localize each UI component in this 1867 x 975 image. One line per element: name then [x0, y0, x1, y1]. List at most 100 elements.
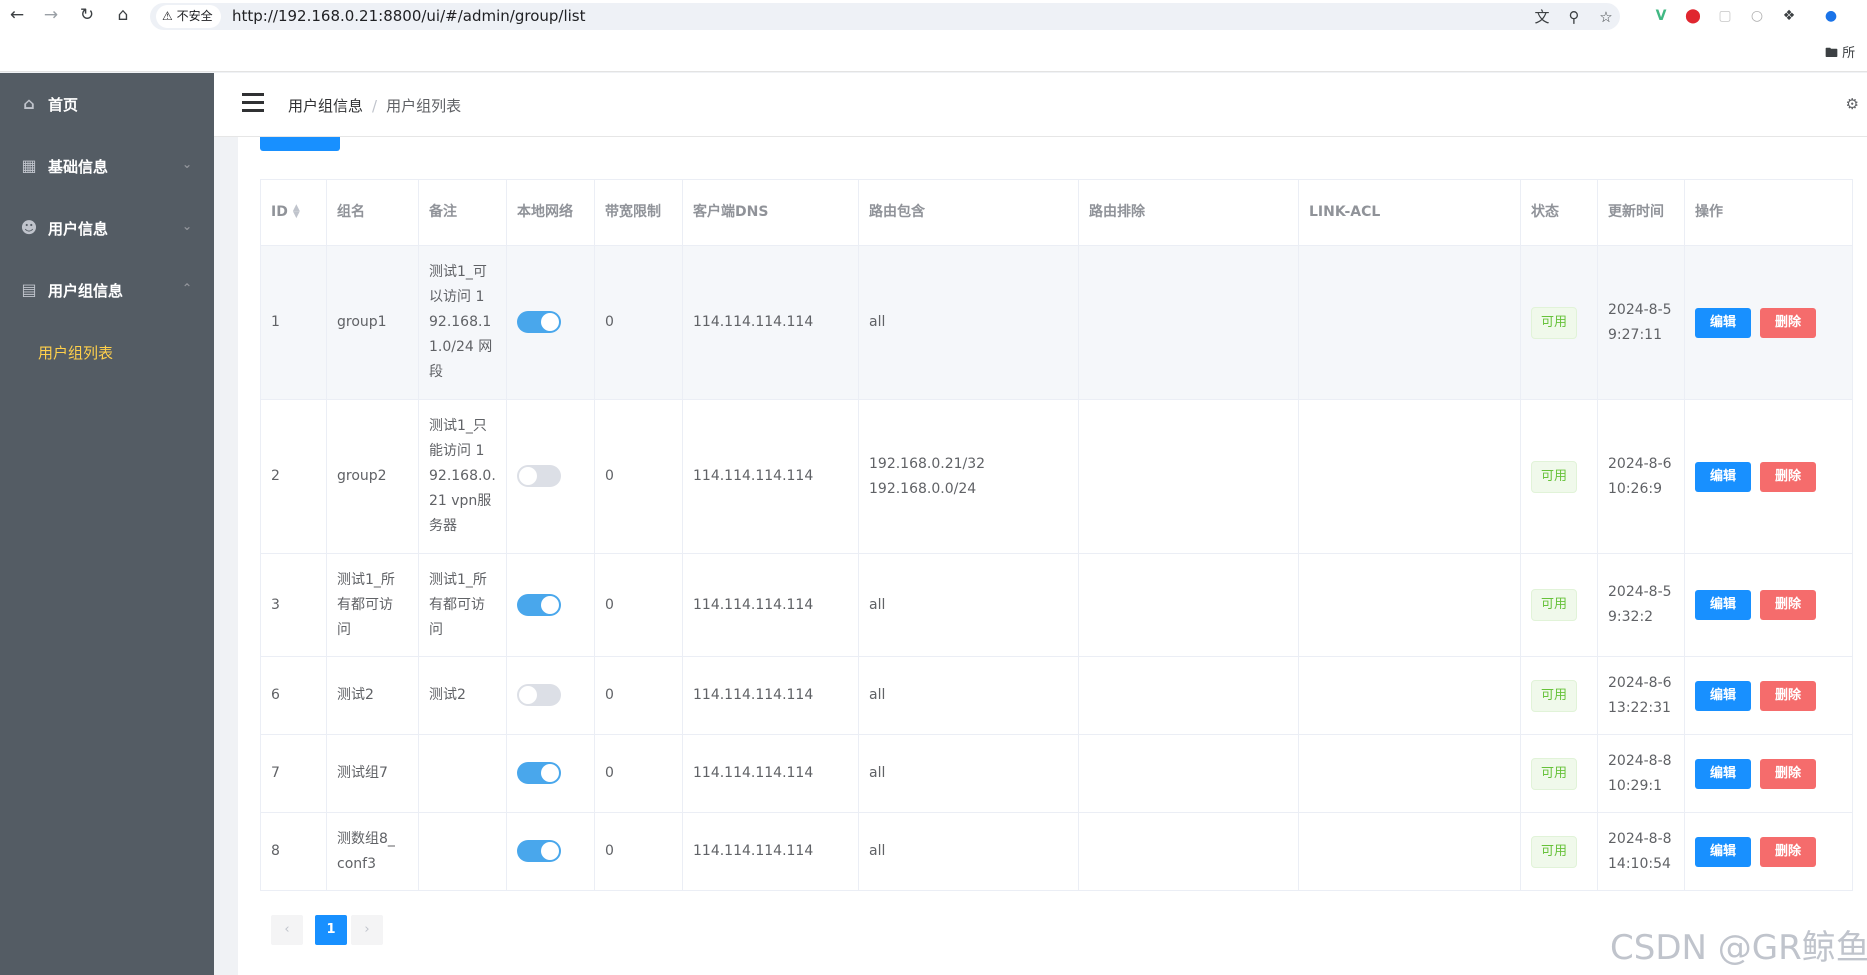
next-page-button[interactable]: ›	[351, 915, 383, 945]
cell-line: 2024-8-6	[1608, 674, 1672, 691]
column-header: 状态	[1520, 179, 1598, 246]
cell-route-exclude	[1078, 812, 1299, 891]
cell-line: all	[869, 596, 886, 613]
bookmark-star-icon[interactable]: ☆	[1594, 5, 1618, 29]
chevron-down-icon: ⌄	[181, 157, 192, 171]
cell-route-include: all	[858, 553, 1079, 657]
edit-button[interactable]: 编辑	[1695, 461, 1752, 492]
column-header-id[interactable]: ID ▲ ▼	[260, 179, 327, 246]
cell-link-acl	[1298, 245, 1521, 400]
breadcrumb-separator: /	[372, 97, 378, 115]
profile-icon[interactable]: ●	[1820, 5, 1842, 27]
cell-route-include: all	[858, 656, 1079, 735]
breadcrumb-item[interactable]: 用户组信息	[288, 97, 363, 115]
cell-line: 9:27:11	[1608, 326, 1662, 343]
sidebar-item-group-info[interactable]: ▤ 用户组信息 ⌃	[0, 259, 214, 321]
settings-gear-icon[interactable]: ⚙	[1846, 95, 1859, 113]
local-network-toggle[interactable]	[517, 465, 561, 487]
zoom-icon[interactable]: ⚲	[1562, 5, 1586, 29]
edit-button[interactable]: 编辑	[1695, 590, 1752, 620]
back-icon[interactable]: ←	[6, 4, 28, 26]
local-network-toggle[interactable]	[517, 762, 561, 784]
bookmarks-folder[interactable]: 🖿 所	[1825, 42, 1855, 66]
edit-button[interactable]: 编辑	[1695, 307, 1752, 338]
sidebar-subitem-label: 用户组列表	[38, 343, 114, 362]
reload-icon[interactable]: ↻	[76, 4, 98, 26]
cell-link-acl	[1298, 399, 1521, 554]
bookmarks-label: 所	[1842, 46, 1856, 61]
extension-2-icon[interactable]: ○	[1746, 5, 1768, 27]
cell-line: 2024-8-5	[1608, 584, 1672, 600]
cell-bandwidth: 0	[594, 399, 683, 554]
menu-toggle-icon[interactable]	[242, 93, 264, 113]
sidebar-item-label: 首页	[48, 95, 79, 114]
cell-id: 2	[260, 399, 327, 554]
cell-line: 段	[429, 364, 443, 380]
cell-actions: 编辑 删除	[1684, 812, 1853, 891]
cell-line: 192.168.0.0/24	[869, 480, 977, 497]
chevron-down-icon: ⌄	[181, 219, 192, 233]
cell-line: 问	[337, 621, 351, 638]
address-bar[interactable]: ⚠ 不安全 http://192.168.0.21:8800/ui/#/admi…	[150, 3, 1620, 30]
cell-bandwidth: 0	[594, 553, 683, 657]
cell-line: 测试1_所	[337, 571, 395, 588]
security-indicator[interactable]: ⚠ 不安全	[156, 5, 221, 28]
cell-line: 2024-8-5	[1608, 301, 1672, 318]
page-button[interactable]: 1	[315, 915, 347, 945]
cell-local-network	[506, 656, 595, 735]
puzzle-icon[interactable]: ❖	[1778, 5, 1800, 27]
cell-actions: 编辑 删除	[1684, 399, 1853, 554]
column-header: LINK-ACL	[1298, 179, 1521, 246]
translate-icon[interactable]: 文	[1530, 5, 1554, 29]
sidebar-item-user-info[interactable]: ☻ 用户信息 ⌄	[0, 197, 214, 259]
sidebar-subitem-group-list[interactable]: 用户组列表	[0, 321, 214, 383]
local-network-toggle[interactable]	[517, 684, 561, 706]
delete-button[interactable]: 删除	[1760, 461, 1817, 492]
local-network-toggle[interactable]	[517, 311, 561, 333]
local-network-toggle[interactable]	[517, 840, 561, 862]
cell-dns: 114.114.114.114	[682, 812, 859, 891]
forward-icon[interactable]: →	[40, 4, 62, 26]
cell-line: 92.168.0.	[429, 468, 496, 484]
breadcrumb-current: 用户组列表	[386, 97, 462, 115]
cell-group-name: group2	[326, 399, 419, 554]
local-network-toggle[interactable]	[517, 593, 561, 616]
add-group-button[interactable]	[260, 137, 340, 151]
cell-status: 可用	[1520, 553, 1598, 657]
edit-button[interactable]: 编辑	[1695, 758, 1752, 789]
sidebar-item-label: 基础信息	[48, 157, 109, 176]
delete-button[interactable]: 删除	[1760, 307, 1817, 338]
column-header: 客户端DNS	[682, 179, 859, 246]
column-header: 路由排除	[1078, 179, 1299, 246]
home-page-icon[interactable]: ⌂	[112, 4, 134, 26]
delete-button[interactable]: 删除	[1760, 680, 1817, 711]
sort-icon[interactable]: ▲ ▼	[293, 204, 300, 220]
delete-button[interactable]: 删除	[1760, 758, 1817, 789]
cell-route-include: all	[858, 245, 1079, 400]
url-text[interactable]: http://192.168.0.21:8800/ui/#/admin/grou…	[232, 3, 585, 30]
prev-page-button[interactable]: ‹	[271, 915, 303, 945]
toggle-knob	[541, 595, 559, 614]
status-badge: 可用	[1531, 589, 1578, 621]
adblock-icon[interactable]: ⬤	[1682, 5, 1704, 27]
cell-updated: 2024-8-6 13:22:31	[1597, 656, 1685, 735]
delete-button[interactable]: 删除	[1760, 836, 1817, 867]
table-row: 2 group2 测试1_只 能访问 1 92.168.0. 21 vpn服 务器 0 114.…	[260, 399, 1853, 554]
extension-icon[interactable]: ▢	[1714, 5, 1736, 27]
table-header-row: ID ▲ ▼ 组名 备注 本地网络 带宽限制 客户端DNS 路由包含 路由排除 LI…	[260, 179, 1853, 246]
delete-button[interactable]: 删除	[1760, 590, 1817, 620]
chevron-up-icon: ⌃	[181, 281, 192, 295]
cell-status: 可用	[1520, 656, 1598, 735]
column-header: 本地网络	[506, 179, 595, 246]
cell-line: 92.168.1	[429, 314, 492, 330]
sidebar-item-home[interactable]: ⌂ 首页	[0, 73, 214, 135]
edit-button[interactable]: 编辑	[1695, 680, 1752, 711]
status-badge: 可用	[1531, 460, 1578, 493]
cell-local-network	[506, 734, 595, 813]
cell-remark: 测试1_只 能访问 1 92.168.0. 21 vpn服 务器	[418, 399, 507, 554]
cell-line: 10:26:9	[1608, 480, 1662, 497]
cell-local-network	[506, 812, 595, 891]
sidebar-item-basic-info[interactable]: ▦ 基础信息 ⌄	[0, 135, 214, 197]
edit-button[interactable]: 编辑	[1695, 836, 1752, 867]
vue-devtools-icon[interactable]: V	[1650, 5, 1672, 27]
